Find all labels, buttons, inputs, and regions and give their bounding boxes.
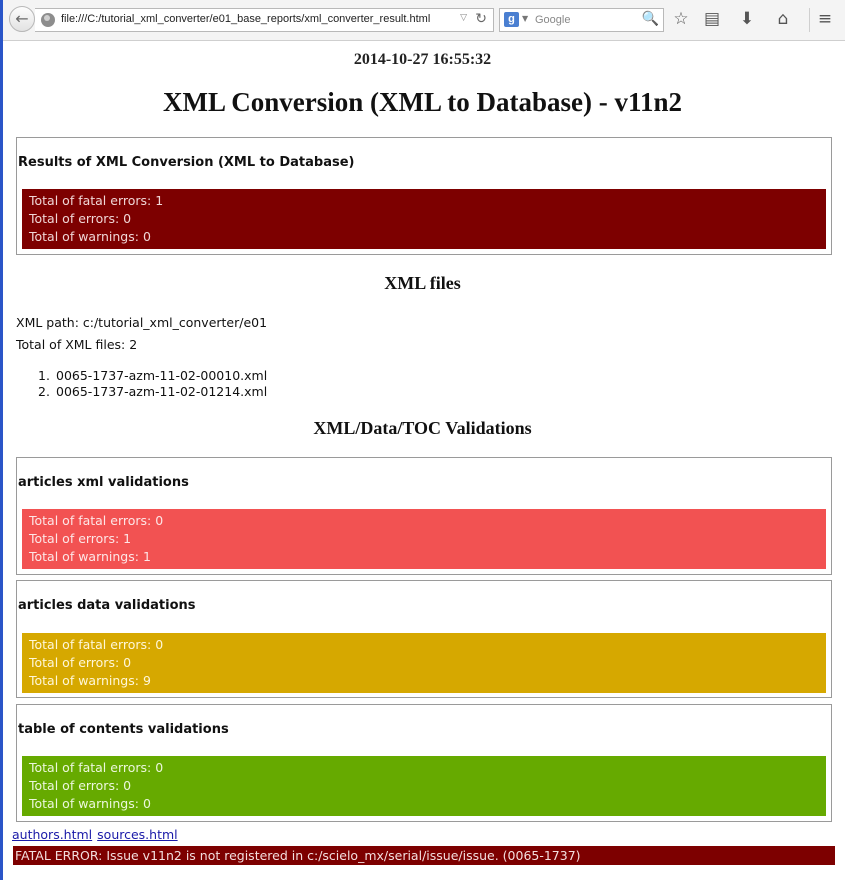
fatal-errors-count: Total of fatal errors: 1 <box>29 193 164 208</box>
errors-count: Total of errors: 0 <box>29 655 132 670</box>
errors-count: Total of errors: 1 <box>29 531 132 546</box>
url-dropdown-icon[interactable]: ▽ <box>460 13 467 23</box>
xml-files-heading: XML files <box>384 273 461 293</box>
report-timestamp: 2014-10-27 16:55:32 <box>353 51 492 68</box>
warnings-count: Total of warnings: 1 <box>29 549 151 564</box>
reload-icon[interactable]: ↻ <box>475 11 487 27</box>
xml-file-list: 1. 0065-1737-azm-11-02-00010.xml 2. 0065-1… <box>38 368 268 400</box>
xml-total: Total of XML files: 2 <box>16 337 138 352</box>
list-item: 1. 0065-1737-azm-11-02-00010.xml <box>38 368 268 383</box>
fatal-errors-count: Total of fatal errors: 0 <box>29 637 164 652</box>
search-input[interactable]: Google <box>535 14 570 26</box>
toc-heading: table of contents validations <box>18 722 229 737</box>
search-engine-dropdown-icon[interactable]: ▼ <box>522 14 528 23</box>
fatal-error-banner: FATAL ERROR: Issue v11n2 is not register… <box>13 846 835 865</box>
conversion-summary-box: Results of XML Conversion (XML to Databa… <box>16 137 832 255</box>
home-icon[interactable]: ⌂ <box>772 9 794 29</box>
url-text[interactable]: file:///C:/tutorial_xml_converter/e01_ba… <box>61 13 430 25</box>
warnings-count: Total of warnings: 0 <box>29 796 151 811</box>
sources-link[interactable]: sources.html <box>97 827 177 842</box>
summary-heading: Results of XML Conversion (XML to Databa… <box>18 155 355 170</box>
articles-xml-panel: Total of fatal errors: 0 Total of errors… <box>22 509 826 569</box>
search-bar[interactable]: g ▼ Google 🔍 <box>499 8 664 32</box>
errors-count: Total of errors: 0 <box>29 778 132 793</box>
articles-data-validations-box: articles data validations Total of fatal… <box>16 580 832 698</box>
summary-panel: Total of fatal errors: 1 Total of errors… <box>22 189 826 249</box>
articles-data-panel: Total of fatal errors: 0 Total of errors… <box>22 633 826 693</box>
menu-icon[interactable]: ≡ <box>814 9 836 29</box>
toc-panel: Total of fatal errors: 0 Total of errors… <box>22 756 826 816</box>
download-icon[interactable]: ⬇ <box>736 9 758 29</box>
list-item: 2. 0065-1737-azm-11-02-01214.xml <box>38 384 268 399</box>
toolbar-separator <box>809 8 810 32</box>
xml-path: XML path: c:/tutorial_xml_converter/e01 <box>16 315 268 330</box>
errors-count: Total of errors: 0 <box>29 211 132 226</box>
warnings-count: Total of warnings: 9 <box>29 673 151 688</box>
authors-link[interactable]: authors.html <box>12 827 92 842</box>
address-bar[interactable]: file:///C:/tutorial_xml_converter/e01_ba… <box>35 8 494 32</box>
validations-heading: XML/Data/TOC Validations <box>313 418 532 438</box>
page-title: XML Conversion (XML to Database) - v11n2 <box>163 87 682 117</box>
footer-links: authors.html sources.html <box>12 827 183 842</box>
articles-xml-validations-box: articles xml validations Total of fatal … <box>16 457 832 575</box>
back-arrow-icon: ← <box>15 9 29 28</box>
star-icon[interactable]: ☆ <box>670 9 692 29</box>
globe-icon <box>41 13 55 27</box>
articles-xml-heading: articles xml validations <box>18 475 189 490</box>
reading-list-icon[interactable]: ▤ <box>701 9 723 29</box>
warnings-count: Total of warnings: 0 <box>29 229 151 244</box>
back-button[interactable]: ← <box>9 6 35 32</box>
toc-validations-box: table of contents validations Total of f… <box>16 704 832 822</box>
browser-toolbar: ← file:///C:/tutorial_xml_converter/e01_… <box>3 0 845 41</box>
fatal-errors-count: Total of fatal errors: 0 <box>29 760 164 775</box>
google-icon[interactable]: g <box>504 12 519 27</box>
magnify-icon[interactable]: 🔍 <box>642 11 659 27</box>
window-edge <box>0 0 3 880</box>
articles-data-heading: articles data validations <box>18 598 196 613</box>
fatal-errors-count: Total of fatal errors: 0 <box>29 513 164 528</box>
